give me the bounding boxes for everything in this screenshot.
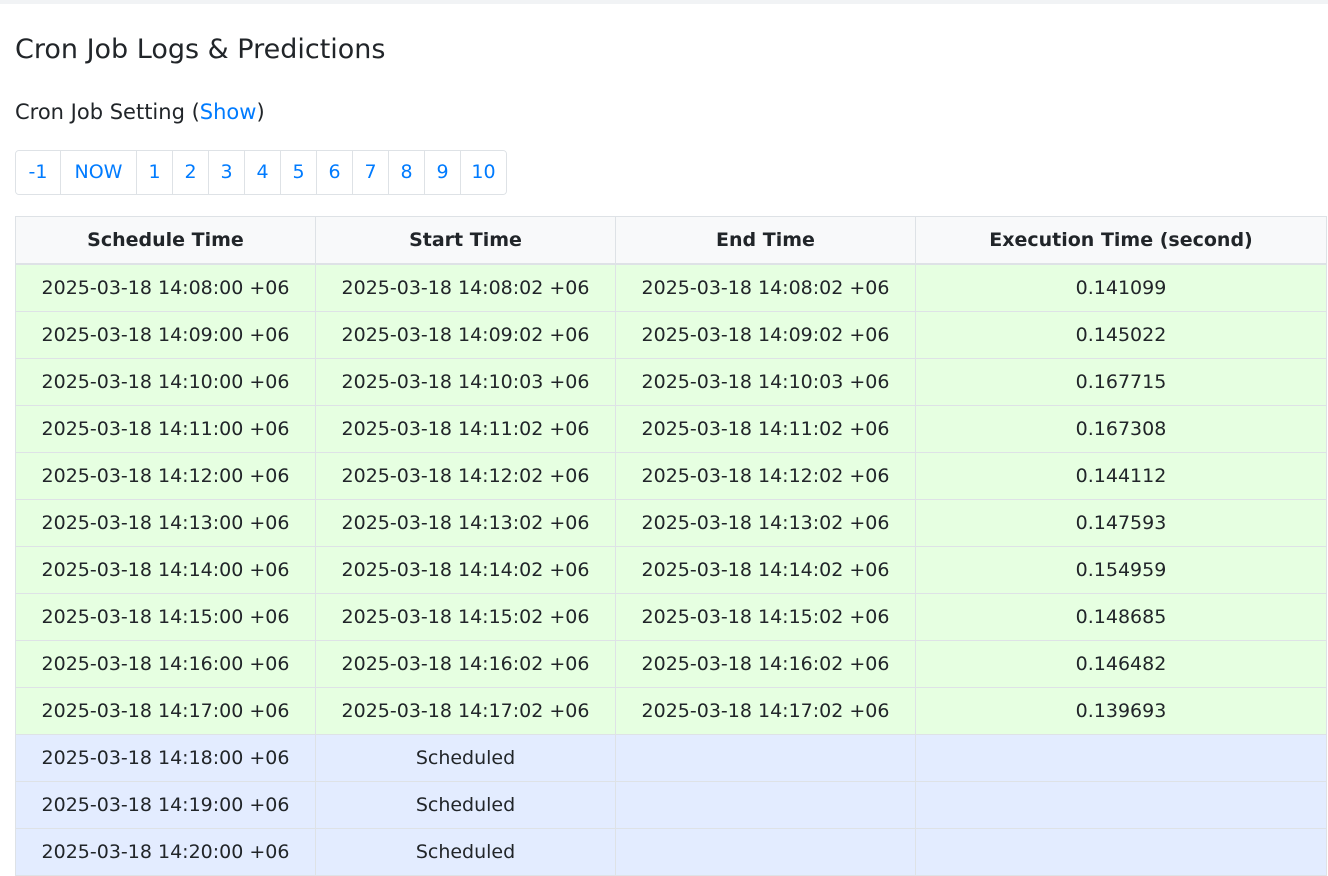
start-time-cell: 2025-03-18 14:12:02 +06 [315,452,616,500]
page-link-10[interactable]: 10 [460,151,506,194]
page-link-prev[interactable]: -1 [16,151,60,194]
page-link-5[interactable]: 5 [280,151,316,194]
table-row-scheduled: 2025-03-18 14:20:00 +06 Scheduled [15,828,1327,876]
schedule-time-cell: 2025-03-18 14:18:00 +06 [15,734,316,782]
setting-heading-prefix: Cron Job Setting ( [15,100,200,124]
page-link-now[interactable]: NOW [60,151,136,194]
table-row-completed: 2025-03-18 14:14:00 +06 2025-03-18 14:14:… [15,546,1327,594]
execution-time-cell: 0.145022 [915,311,1327,359]
end-time-cell [615,781,916,829]
page-link-8[interactable]: 8 [388,151,424,194]
execution-time-cell: 0.147593 [915,499,1327,547]
end-time-cell: 2025-03-18 14:08:02 +06 [615,263,916,312]
start-time-cell: Scheduled [315,828,616,876]
execution-time-cell [915,828,1327,876]
show-settings-link[interactable]: Show [200,100,257,124]
table-row-scheduled: 2025-03-18 14:18:00 +06 Scheduled [15,734,1327,782]
end-time-cell: 2025-03-18 14:17:02 +06 [615,687,916,735]
execution-time-cell: 0.146482 [915,640,1327,688]
page-link-2[interactable]: 2 [172,151,208,194]
column-header-schedule-time: Schedule Time [15,216,316,265]
end-time-cell: 2025-03-18 14:12:02 +06 [615,452,916,500]
table-header-row: Schedule Time Start Time End Time Execut… [15,216,1327,265]
start-time-cell: Scheduled [315,781,616,829]
table-row-completed: 2025-03-18 14:11:00 +06 2025-03-18 14:11:… [15,405,1327,453]
page-link-1[interactable]: 1 [136,151,172,194]
schedule-time-cell: 2025-03-18 14:20:00 +06 [15,828,316,876]
end-time-cell: 2025-03-18 14:11:02 +06 [615,405,916,453]
table-body: 2025-03-18 14:08:00 +06 2025-03-18 14:08:… [15,263,1327,876]
table-row-completed: 2025-03-18 14:15:00 +06 2025-03-18 14:15:… [15,593,1327,641]
cron-job-setting-heading: Cron Job Setting (Show) [15,97,265,127]
start-time-cell: Scheduled [315,734,616,782]
page-link-4[interactable]: 4 [244,151,280,194]
schedule-time-cell: 2025-03-18 14:12:00 +06 [15,452,316,500]
table-head: Schedule Time Start Time End Time Execut… [15,216,1327,265]
execution-time-cell: 0.148685 [915,593,1327,641]
start-time-cell: 2025-03-18 14:16:02 +06 [315,640,616,688]
schedule-time-cell: 2025-03-18 14:09:00 +06 [15,311,316,359]
cron-log-table: Schedule Time Start Time End Time Execut… [15,216,1327,876]
column-header-start-time: Start Time [315,216,616,265]
table-row-completed: 2025-03-18 14:10:00 +06 2025-03-18 14:10:… [15,358,1327,406]
column-header-end-time: End Time [615,216,916,265]
table-row-completed: 2025-03-18 14:17:00 +06 2025-03-18 14:17:… [15,687,1327,735]
schedule-time-cell: 2025-03-18 14:11:00 +06 [15,405,316,453]
schedule-time-cell: 2025-03-18 14:17:00 +06 [15,687,316,735]
table-row-completed: 2025-03-18 14:09:00 +06 2025-03-18 14:09:… [15,311,1327,359]
page-link-7[interactable]: 7 [352,151,388,194]
end-time-cell [615,828,916,876]
schedule-time-cell: 2025-03-18 14:13:00 +06 [15,499,316,547]
start-time-cell: 2025-03-18 14:10:03 +06 [315,358,616,406]
end-time-cell [615,734,916,782]
execution-time-cell: 0.154959 [915,546,1327,594]
table-row-completed: 2025-03-18 14:16:00 +06 2025-03-18 14:16:… [15,640,1327,688]
execution-time-cell [915,734,1327,782]
execution-time-cell: 0.141099 [915,263,1327,312]
page-link-6[interactable]: 6 [316,151,352,194]
end-time-cell: 2025-03-18 14:16:02 +06 [615,640,916,688]
table-row-completed: 2025-03-18 14:08:00 +06 2025-03-18 14:08:… [15,263,1327,312]
start-time-cell: 2025-03-18 14:14:02 +06 [315,546,616,594]
table-row-completed: 2025-03-18 14:13:00 +06 2025-03-18 14:13:… [15,499,1327,547]
table-row-completed: 2025-03-18 14:12:00 +06 2025-03-18 14:12:… [15,452,1327,500]
top-divider [0,0,1328,4]
execution-time-cell: 0.167308 [915,405,1327,453]
schedule-time-cell: 2025-03-18 14:15:00 +06 [15,593,316,641]
schedule-time-cell: 2025-03-18 14:16:00 +06 [15,640,316,688]
column-header-execution-time: Execution Time (second) [915,216,1327,265]
table-row-scheduled: 2025-03-18 14:19:00 +06 Scheduled [15,781,1327,829]
schedule-time-cell: 2025-03-18 14:14:00 +06 [15,546,316,594]
page-link-9[interactable]: 9 [424,151,460,194]
setting-heading-suffix: ) [256,100,265,124]
start-time-cell: 2025-03-18 14:15:02 +06 [315,593,616,641]
execution-time-cell: 0.167715 [915,358,1327,406]
end-time-cell: 2025-03-18 14:14:02 +06 [615,546,916,594]
execution-time-cell [915,781,1327,829]
page-link-3[interactable]: 3 [208,151,244,194]
execution-time-cell: 0.139693 [915,687,1327,735]
end-time-cell: 2025-03-18 14:09:02 +06 [615,311,916,359]
page-title: Cron Job Logs & Predictions [15,34,386,65]
start-time-cell: 2025-03-18 14:17:02 +06 [315,687,616,735]
pagination: -1 NOW 1 2 3 4 5 6 7 8 9 10 [15,150,507,195]
start-time-cell: 2025-03-18 14:11:02 +06 [315,405,616,453]
schedule-time-cell: 2025-03-18 14:10:00 +06 [15,358,316,406]
start-time-cell: 2025-03-18 14:09:02 +06 [315,311,616,359]
end-time-cell: 2025-03-18 14:10:03 +06 [615,358,916,406]
execution-time-cell: 0.144112 [915,452,1327,500]
schedule-time-cell: 2025-03-18 14:08:00 +06 [15,263,316,312]
end-time-cell: 2025-03-18 14:15:02 +06 [615,593,916,641]
start-time-cell: 2025-03-18 14:08:02 +06 [315,263,616,312]
end-time-cell: 2025-03-18 14:13:02 +06 [615,499,916,547]
start-time-cell: 2025-03-18 14:13:02 +06 [315,499,616,547]
schedule-time-cell: 2025-03-18 14:19:00 +06 [15,781,316,829]
